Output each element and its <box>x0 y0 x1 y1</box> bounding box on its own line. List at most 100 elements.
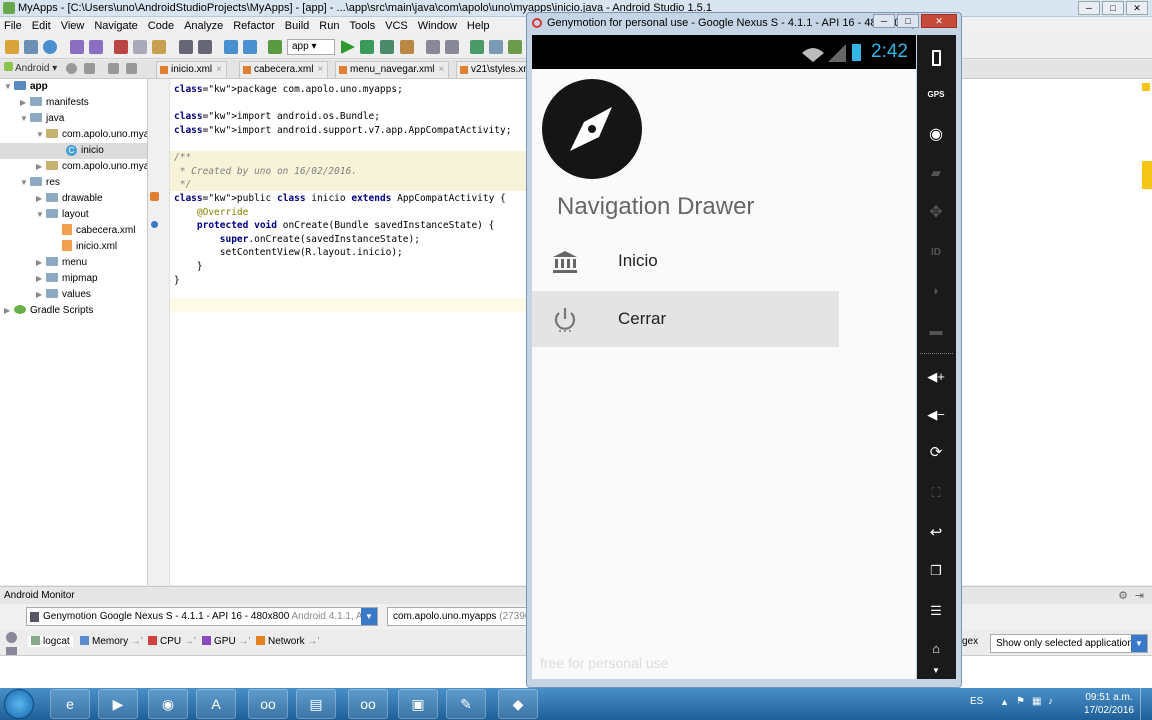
menu-code[interactable]: Code <box>148 20 174 32</box>
device-select[interactable]: Genymotion Google Nexus S - 4.1.1 - API … <box>26 607 378 626</box>
expand-arrow-icon[interactable]: ▼ <box>36 207 46 223</box>
volume-up-icon[interactable]: ◀+ <box>922 363 950 391</box>
expand-arrow-icon[interactable]: ▶ <box>20 95 30 111</box>
run-icon[interactable] <box>341 40 355 54</box>
recent-apps-icon[interactable]: ❐ <box>922 557 950 585</box>
project-structure-icon[interactable] <box>426 40 440 54</box>
chrome-taskbar-icon[interactable]: ◉ <box>148 689 188 719</box>
menu-navigate[interactable]: Navigate <box>94 20 137 32</box>
genymotion-minimize-button[interactable]: ─ <box>873 14 895 28</box>
start-button[interactable] <box>4 689 34 719</box>
menu-build[interactable]: Build <box>285 20 309 32</box>
code-editor[interactable]: class="kw">package com.apolo.uno.myapps;… <box>170 79 528 585</box>
tree-node-res[interactable]: ▼ res <box>20 175 60 191</box>
collapse-all-icon[interactable] <box>84 63 95 74</box>
sync-icon[interactable] <box>43 40 57 54</box>
avd-manager-icon[interactable] <box>489 40 503 54</box>
chevron-down-icon[interactable]: ▼ <box>361 608 377 625</box>
genymotion-close-button[interactable]: ✕ <box>921 14 957 28</box>
activity-marker-icon[interactable] <box>150 192 159 201</box>
chevron-down-icon[interactable]: ▼ <box>922 665 950 677</box>
tab-cabecera-xml[interactable]: cabecera.xml × <box>239 61 329 78</box>
redo-icon[interactable] <box>89 40 103 54</box>
expand-arrow-icon[interactable]: ▶ <box>36 271 46 287</box>
battery-icon[interactable] <box>922 43 950 71</box>
tree-node-package-test[interactable]: ▶ com.apolo.uno.myapps <box>36 159 147 175</box>
volume-down-icon[interactable]: ◀− <box>922 401 950 429</box>
volume-tray-icon[interactable]: ♪ <box>1048 696 1053 707</box>
nav-item-inicio[interactable]: Inicio <box>532 233 839 289</box>
attach-debugger-icon[interactable] <box>380 40 394 54</box>
tree-node-inicio-xml[interactable]: inicio.xml <box>62 239 117 255</box>
id-icon[interactable]: ID <box>922 239 950 267</box>
home-icon[interactable]: ⌂ <box>922 635 950 663</box>
clock[interactable]: 09:51 a.m. 17/02/2016 <box>1084 691 1134 717</box>
close-button[interactable]: ✕ <box>1126 1 1148 15</box>
find-icon[interactable] <box>179 40 193 54</box>
tree-settings-icon[interactable] <box>108 63 119 74</box>
camera-icon[interactable]: ◉ <box>922 121 950 149</box>
open-icon[interactable] <box>5 40 19 54</box>
paste-icon[interactable] <box>152 40 166 54</box>
remote-desktop-taskbar-icon[interactable]: ▣ <box>398 689 438 719</box>
override-marker-icon[interactable] <box>151 221 158 228</box>
explorer-taskbar-icon[interactable]: ▤ <box>296 689 336 719</box>
expand-arrow-icon[interactable]: ▶ <box>36 191 46 207</box>
undo-icon[interactable] <box>70 40 84 54</box>
debug-icon[interactable] <box>360 40 374 54</box>
close-tab-icon[interactable]: × <box>439 64 445 75</box>
save-icon[interactable] <box>24 40 38 54</box>
gps-icon[interactable]: GPS <box>922 81 950 109</box>
process-select[interactable]: com.apolo.uno.myapps (27396) <box>387 607 527 626</box>
tab-inicio-xml[interactable]: inicio.xml × <box>156 61 227 78</box>
make-project-icon[interactable] <box>268 40 282 54</box>
tree-node-layout[interactable]: ▼ layout <box>36 207 89 223</box>
resize-icon[interactable]: ⛶ <box>922 479 950 507</box>
menu-file[interactable]: File <box>4 20 22 32</box>
tree-node-manifests[interactable]: ▶ manifests <box>20 95 89 111</box>
paint-taskbar-icon[interactable]: ✎ <box>446 689 486 719</box>
hide-panel-icon[interactable] <box>126 63 137 74</box>
menu-analyze[interactable]: Analyze <box>184 20 223 32</box>
forward-arrow-icon[interactable] <box>243 40 257 54</box>
expand-arrow-icon[interactable]: ▼ <box>36 127 46 143</box>
expand-arrow-icon[interactable]: ▶ <box>36 287 46 303</box>
sync-gradle-icon[interactable] <box>470 40 484 54</box>
chevron-down-icon[interactable]: ▼ <box>1131 635 1147 652</box>
tab-logcat[interactable]: logcat <box>28 636 73 647</box>
app-taskbar-icon[interactable]: ◆ <box>498 689 538 719</box>
scroll-marker[interactable] <box>1142 161 1152 189</box>
stop-icon[interactable] <box>400 40 414 54</box>
tree-node-mipmap[interactable]: ▶ mipmap <box>36 271 98 287</box>
tree-node-cabecera-xml[interactable]: cabecera.xml <box>62 223 135 239</box>
show-desktop-button[interactable] <box>1140 688 1152 720</box>
tab-menu-navegar-xml[interactable]: menu_navegar.xml × <box>335 61 450 78</box>
menu-help[interactable]: Help <box>467 20 490 32</box>
warning-marker-icon[interactable] <box>1142 83 1150 91</box>
menu-edit[interactable]: Edit <box>32 20 51 32</box>
language-indicator[interactable]: ES <box>970 696 983 707</box>
replace-icon[interactable] <box>198 40 212 54</box>
screen-record-icon[interactable] <box>6 647 17 655</box>
ie-taskbar-icon[interactable]: e <box>50 689 90 719</box>
rss-icon[interactable]: ◗ <box>922 277 950 305</box>
menu-refactor[interactable]: Refactor <box>233 20 275 32</box>
rotate-icon[interactable]: ⟳ <box>922 439 950 467</box>
emulator-screen[interactable]: 2:42 Navigation Drawer Inicio Cerrar fre… <box>532 35 916 679</box>
expand-arrow-icon[interactable]: ▶ <box>4 303 14 319</box>
expand-arrow-icon[interactable]: ▼ <box>20 111 30 127</box>
copy-icon[interactable] <box>133 40 147 54</box>
back-icon[interactable]: ↩ <box>922 519 950 547</box>
close-tab-icon[interactable]: × <box>216 64 222 75</box>
logcat-filter-select[interactable]: Show only selected application ▼ <box>990 634 1148 653</box>
cut-icon[interactable] <box>114 40 128 54</box>
maximize-button[interactable]: □ <box>1102 1 1124 15</box>
tree-node-package[interactable]: ▼ com.apolo.uno.myapps <box>36 127 147 143</box>
sync-scroll-icon[interactable] <box>66 63 77 74</box>
expand-arrow-icon[interactable]: ▶ <box>36 255 46 271</box>
camera-icon[interactable] <box>6 632 17 643</box>
expand-arrow-icon[interactable]: ▼ <box>20 175 30 191</box>
tree-node-inicio[interactable]: Cinicio <box>0 143 147 159</box>
dpad-icon[interactable]: ✥ <box>922 199 950 227</box>
flag-icon[interactable]: ⚑ <box>1016 696 1025 707</box>
